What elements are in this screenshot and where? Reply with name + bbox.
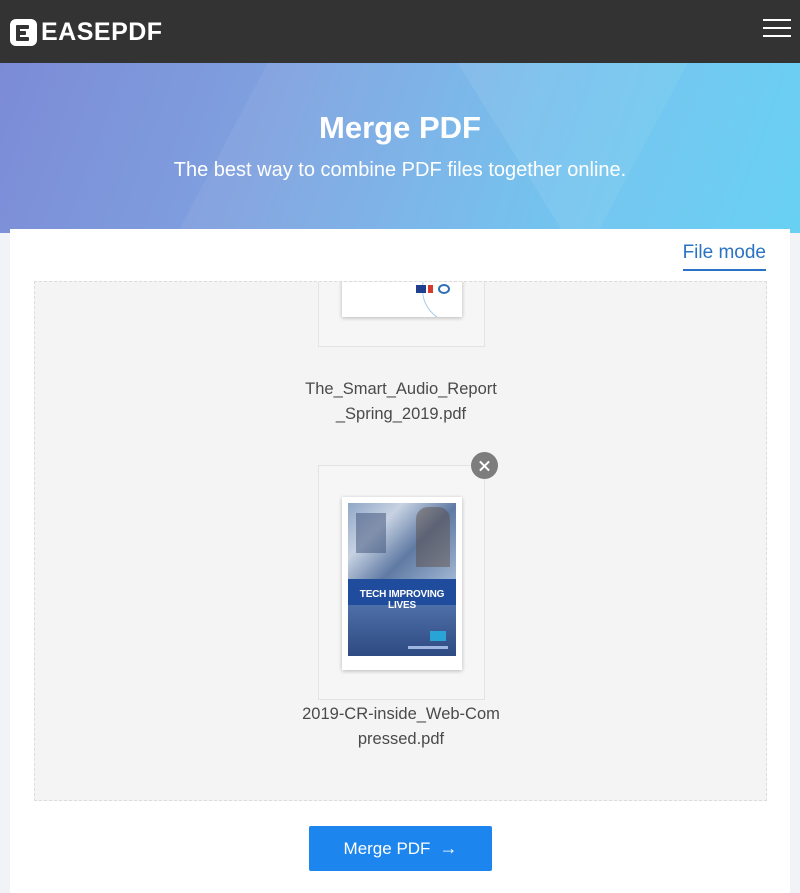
hero-banner: Merge PDF The best way to combine PDF fi… (0, 63, 800, 233)
file-list-dropzone[interactable]: The_Smart_Audio_Report_Spring_2019.pdf T… (34, 281, 767, 801)
merge-button-label: Merge PDF (343, 838, 431, 858)
page-title: Merge PDF (319, 110, 481, 145)
arrow-right-icon: → (439, 838, 458, 858)
cover-headline: TECH IMPROVING LIVES (359, 589, 445, 611)
file-card[interactable] (318, 282, 485, 347)
file-name: The_Smart_Audio_Report_Spring_2019.pdf (305, 380, 497, 423)
hamburger-menu-icon[interactable] (763, 17, 791, 39)
top-navigation-bar: EASEPDF (0, 0, 800, 63)
pdf-thumbnail (342, 282, 462, 317)
page-subtitle: The best way to combine PDF files togeth… (173, 159, 627, 181)
easepdf-logo-icon (10, 18, 37, 46)
remove-file-icon[interactable] (471, 452, 498, 479)
file-name: 2019-CR-inside_Web-Compressed.pdf (302, 705, 500, 748)
merge-pdf-button[interactable]: Merge PDF → (309, 826, 492, 871)
merge-panel: File mode The_Smart_Audio_Report_Spring_… (10, 229, 790, 893)
easepdf-logo[interactable]: EASEPDF (10, 18, 163, 46)
pdf-thumbnail: TECH IMPROVING LIVES (342, 497, 462, 670)
file-card[interactable]: TECH IMPROVING LIVES (318, 452, 498, 700)
brand-name: EASEPDF (41, 17, 163, 46)
file-mode-tab[interactable]: File mode (682, 242, 766, 271)
magazine-cover-image: TECH IMPROVING LIVES (348, 503, 456, 656)
